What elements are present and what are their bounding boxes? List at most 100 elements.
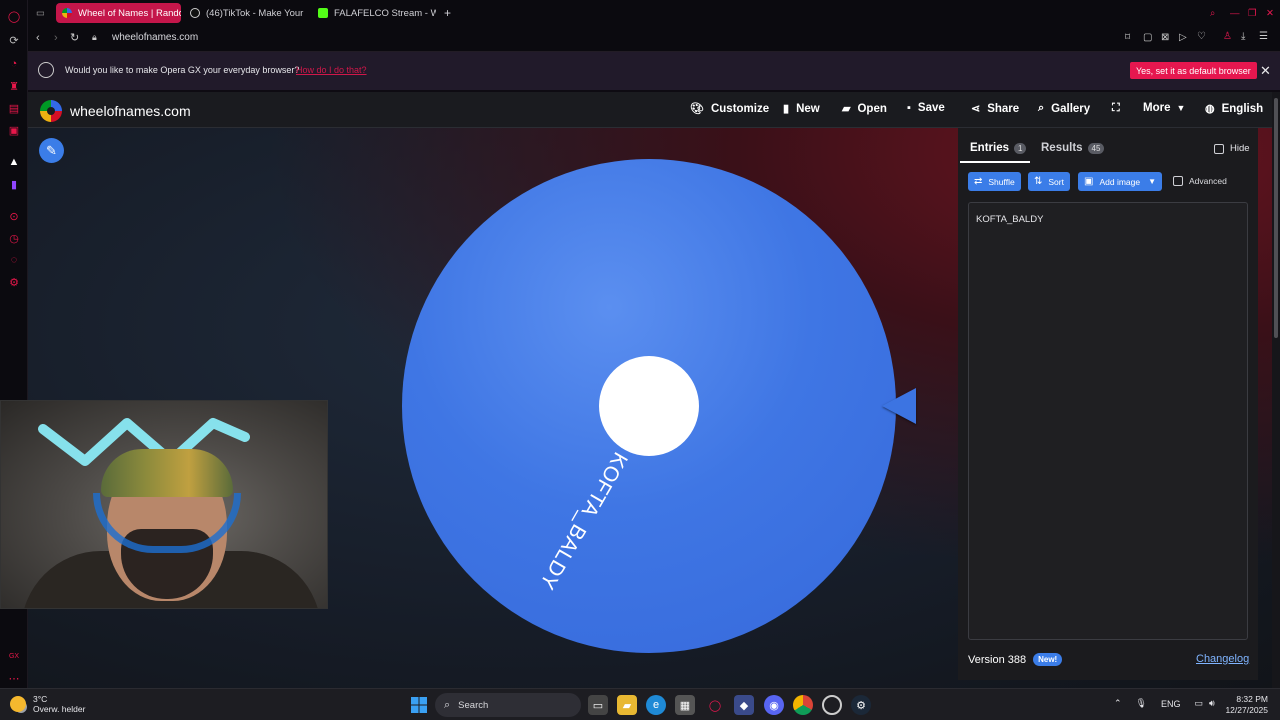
add-image-button[interactable]: ▣ Add image ▼ (1078, 172, 1163, 191)
open-label: Open (857, 102, 887, 115)
add-image-label: Add image (1099, 176, 1141, 187)
tab-search-icon[interactable]: ⌕ (1204, 3, 1221, 23)
player-icon[interactable]: ▣ (6, 122, 22, 138)
wallet-icon[interactable]: ♙ (1223, 31, 1232, 42)
scrollbar-thumb[interactable] (1274, 98, 1278, 338)
image-icon: ▣ (1084, 176, 1094, 187)
file-icon: ▮ (783, 103, 790, 115)
taskbar-search[interactable]: ⌕ Search (435, 693, 581, 717)
windows-start-icon[interactable] (409, 695, 429, 715)
more-button[interactable]: More ▼ (1143, 102, 1185, 114)
customize-button[interactable]: 🎨︎ Customize (690, 102, 769, 116)
opera-gx-icon[interactable]: ◯ (705, 695, 725, 715)
file-explorer-icon[interactable]: ▰ (617, 695, 637, 715)
sidebar-more-icon[interactable]: ⋯ (6, 670, 22, 686)
twitch-icon[interactable]: ▮ (6, 176, 22, 192)
changelog-link[interactable]: Changelog (1196, 653, 1249, 665)
language-indicator[interactable]: ENG (1161, 699, 1181, 709)
how-do-i-link[interactable]: How do I do that? (296, 65, 367, 75)
tab-entries[interactable]: Entries 1 (970, 142, 1027, 154)
heart-icon[interactable]: ♡ (1197, 31, 1206, 42)
close-notification-icon[interactable]: ✕ (1260, 63, 1271, 79)
opera-logo-icon[interactable]: ◯ (6, 8, 22, 24)
bookmark-icon[interactable]: ⌑ (1125, 32, 1130, 43)
menu-icon[interactable]: ☰ (1259, 31, 1268, 42)
download-icon[interactable]: ⤓ (1241, 31, 1245, 42)
sidebar-settings-icon[interactable]: ⚙ (6, 274, 22, 290)
aria-icon[interactable]: ▲ (6, 154, 22, 170)
caret-down-icon: ▼ (1176, 103, 1186, 113)
store-icon[interactable]: ▦ (675, 695, 695, 715)
more-label: More (1143, 102, 1171, 114)
volume-icon[interactable]: 🔊︎ (1209, 698, 1215, 709)
tab-kick-stream[interactable]: FALAFELCO Stream - Wat (312, 3, 436, 23)
back-icon[interactable]: ‹ (36, 32, 40, 44)
sort-button[interactable]: ⇅ Sort (1028, 172, 1070, 191)
sidebar-history-icon[interactable]: ⊙ (6, 208, 22, 224)
tab-overview-icon[interactable]: ▭ (30, 3, 44, 23)
close-window-icon[interactable]: ✕ (1260, 3, 1280, 23)
play-icon[interactable]: ▷ (1179, 32, 1187, 43)
edit-wheel-button[interactable]: ✎ (39, 138, 64, 163)
obs-icon[interactable] (822, 695, 842, 715)
forward-icon[interactable]: › (54, 32, 58, 44)
adblock-icon[interactable]: ⊠ (1161, 32, 1169, 43)
microphone-icon[interactable]: 🎙︎ (1136, 698, 1147, 709)
brand[interactable]: wheelofnames.com (40, 100, 191, 122)
reload-icon[interactable]: ↻ (70, 31, 79, 44)
shuffle-button[interactable]: ⇄ Shuffle (968, 172, 1021, 191)
gx-corner-icon[interactable]: ▤ (6, 100, 22, 116)
wheel-pointer-icon (882, 388, 916, 424)
version-info: Version 388 New! (968, 653, 1063, 666)
page-scrollbar[interactable] (1272, 92, 1280, 688)
gx-cleaner-icon[interactable]: ♜ (6, 78, 22, 94)
app-icon[interactable]: ◆ (734, 695, 754, 715)
chrome-icon[interactable] (793, 695, 813, 715)
new-tab-button[interactable]: + (438, 3, 454, 23)
hide-checkbox[interactable]: Hide (1214, 143, 1250, 154)
language-button[interactable]: ◍ English (1205, 102, 1263, 116)
shuffle-label: Shuffle (988, 176, 1015, 187)
set-default-button[interactable]: Yes, set it as default browser (1130, 62, 1257, 79)
folder-icon: ▰ (842, 103, 851, 115)
taskbar-clock[interactable]: 8:32 PM 12/27/2025 (1222, 694, 1268, 716)
shuffle-icon: ⇄ (974, 176, 983, 187)
advanced-checkbox[interactable]: Advanced (1173, 176, 1227, 186)
notification-text: Would you like to make Opera GX your eve… (65, 65, 300, 75)
entry-line: KOFTA_BALDY (976, 214, 1044, 225)
sidebar-chat-icon[interactable]: ◌ (6, 252, 22, 268)
gx-badge-icon[interactable]: GX (6, 648, 22, 664)
edge-icon[interactable]: e (646, 695, 666, 715)
tab-wheel-of-names[interactable]: Wheel of Names | Random (56, 3, 181, 23)
reload-sidebar-icon[interactable]: ⟳ (6, 32, 22, 48)
discord-icon[interactable]: ◉ (764, 695, 784, 715)
streamer-cap (101, 449, 233, 497)
network-icon[interactable]: ▭ (1195, 698, 1204, 709)
open-button[interactable]: ▰ Open (842, 102, 887, 116)
steam-icon[interactable]: ⚙ (851, 695, 871, 715)
spin-wheel[interactable]: KOFTA_BALDY (402, 159, 896, 653)
tab-tiktok[interactable]: (46)TikTok - Make Your D (184, 3, 304, 23)
opera-notification-icon (38, 62, 54, 78)
url-field[interactable]: wheelofnames.com (112, 32, 198, 43)
task-view-icon[interactable]: ▭ (588, 695, 608, 715)
sidebar-clock-icon[interactable]: ◷ (6, 230, 22, 246)
entries-textarea[interactable]: KOFTA_BALDY (968, 202, 1248, 640)
tray-expand-icon[interactable]: ⌃ (1114, 698, 1122, 709)
tab-results[interactable]: Results 45 (1041, 142, 1105, 154)
new-button[interactable]: ▮ New (783, 102, 820, 116)
kick-favicon-icon (318, 8, 328, 18)
clock-time: 8:32 PM (1236, 694, 1268, 704)
gallery-button[interactable]: ⌕ Gallery (1038, 102, 1090, 115)
weather-widget[interactable]: 3°C Overw. helder (10, 694, 85, 714)
fullscreen-icon: ⛶ (1112, 102, 1120, 114)
wheel-center[interactable] (599, 356, 699, 456)
active-tab-indicator (960, 161, 1030, 163)
snapshot-icon[interactable]: ▢ (1143, 32, 1152, 43)
share-button[interactable]: ⋖ Share (971, 102, 1019, 116)
system-tray: ⌃ 🎙︎ ENG ▭ 🔊︎ (1114, 698, 1215, 709)
gx-control-icon[interactable]: ◔ (6, 56, 22, 72)
fullscreen-button[interactable]: ⛶ (1112, 102, 1127, 115)
save-button[interactable]: ▪ Save (907, 102, 945, 114)
lock-icon[interactable]: 🔒︎ (92, 32, 97, 43)
